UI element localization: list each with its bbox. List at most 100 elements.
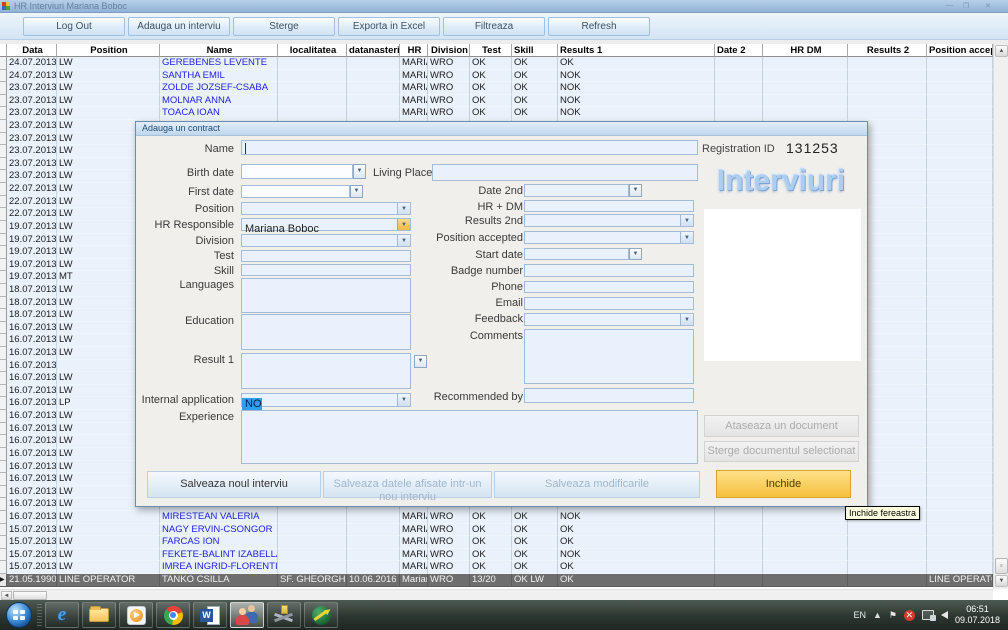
table-row[interactable]: 24.07.2013LWSANTHA EMILMARIANAWROOKOKNOK: [0, 70, 993, 83]
hr-app-icon[interactable]: [230, 602, 264, 628]
scroll-down-icon[interactable]: ▼: [995, 575, 1008, 587]
start-date-dropdown-icon[interactable]: ▼: [629, 248, 642, 260]
badge-number-input[interactable]: [524, 264, 694, 277]
row-selector[interactable]: [0, 448, 7, 461]
row-selector[interactable]: [0, 170, 7, 183]
date-2nd-dropdown-icon[interactable]: ▼: [629, 184, 642, 197]
result1-dropdown-icon[interactable]: ▼: [414, 355, 427, 368]
add-interview-button[interactable]: Adauga un interviu: [128, 17, 230, 36]
column-header-name[interactable]: Name: [160, 44, 278, 57]
row-selector[interactable]: [0, 435, 7, 448]
row-selector[interactable]: [0, 486, 7, 499]
column-header-position[interactable]: Position: [57, 44, 160, 57]
row-selector[interactable]: [0, 385, 7, 398]
row-selector[interactable]: [0, 120, 7, 133]
delete-button[interactable]: Sterge: [233, 17, 335, 36]
media-player-icon[interactable]: [119, 602, 153, 628]
restore-button[interactable]: ❐: [963, 2, 969, 10]
horizontal-scroll-thumb[interactable]: [13, 591, 47, 600]
row-selector[interactable]: [0, 70, 7, 83]
action-center-flag-icon[interactable]: ⚑: [889, 610, 897, 621]
table-row[interactable]: 15.07.2013LWFARCAS IONMARIANAWROOKOKOK: [0, 536, 993, 549]
clock[interactable]: 06:51 09.07.2018: [955, 604, 1000, 626]
refresh-button[interactable]: Refresh: [548, 17, 650, 36]
filter-button[interactable]: Filtreaza: [443, 17, 545, 36]
birth-date-dropdown-icon[interactable]: ▼: [353, 164, 366, 179]
column-header-localitatea[interactable]: localitatea: [278, 44, 347, 57]
export-excel-button[interactable]: Exporta in Excel: [338, 17, 440, 36]
result1-select[interactable]: [241, 353, 411, 389]
feedback-dropdown-icon[interactable]: ▼: [680, 314, 693, 325]
column-header-division[interactable]: Division: [428, 44, 470, 57]
position-accepted-dropdown-icon[interactable]: ▼: [680, 232, 693, 243]
column-header-results2[interactable]: Results 2: [848, 44, 927, 57]
row-selector[interactable]: [0, 473, 7, 486]
row-selector[interactable]: [0, 259, 7, 272]
row-selector[interactable]: [0, 284, 7, 297]
explorer-folder-icon[interactable]: [82, 602, 116, 628]
chrome-icon[interactable]: [156, 602, 190, 628]
error-badge-icon[interactable]: ✕: [904, 610, 915, 621]
paint-globe-icon[interactable]: [304, 602, 338, 628]
row-selector[interactable]: [0, 297, 7, 310]
internet-explorer-icon[interactable]: e: [45, 602, 79, 628]
results-2nd-dropdown-icon[interactable]: ▼: [680, 215, 693, 226]
vertical-scroll-thumb[interactable]: ≡: [995, 558, 1008, 574]
date-2nd-select[interactable]: [524, 184, 629, 197]
feedback-select[interactable]: ▼: [524, 313, 694, 326]
column-header-position_acceptedt[interactable]: Position acceptedt: [927, 44, 993, 57]
row-selector[interactable]: [0, 423, 7, 436]
save-new-interview-button[interactable]: Salveaza noul interviu: [147, 471, 321, 498]
results-2nd-select[interactable]: ▼: [524, 214, 694, 227]
table-row[interactable]: 15.07.2013LWNAGY ERVIN-CSONGORMARIANAWRO…: [0, 524, 993, 537]
first-date-select[interactable]: [241, 185, 350, 198]
start-date-select[interactable]: [524, 248, 629, 260]
phone-input[interactable]: [524, 281, 694, 293]
row-selector[interactable]: [0, 347, 7, 360]
selected-table-row[interactable]: ▶21.05.1990LINE OPERATORTANKO CSILLASF. …: [0, 574, 993, 587]
table-row[interactable]: 23.07.2013LWMOLNAR ANNAMARIANAWROOKOKNOK: [0, 95, 993, 108]
column-header-date[interactable]: Data: [7, 44, 57, 57]
experience-textarea[interactable]: [241, 410, 698, 464]
table-row[interactable]: 23.07.2013LWTOACA IOANMARIANAWROOKOKNOK: [0, 107, 993, 120]
birth-date-select[interactable]: [241, 164, 353, 179]
show-hidden-icons[interactable]: ▲: [873, 610, 882, 620]
row-selector[interactable]: [0, 234, 7, 247]
column-header-datanasterii[interactable]: datanasterii: [347, 44, 400, 57]
row-selector[interactable]: [0, 196, 7, 209]
scroll-up-icon[interactable]: ▲: [995, 45, 1008, 57]
row-selector[interactable]: [0, 536, 7, 549]
row-selector[interactable]: [0, 511, 7, 524]
column-header-test[interactable]: Test: [470, 44, 512, 57]
tools-icon[interactable]: [267, 602, 301, 628]
row-selector[interactable]: [0, 334, 7, 347]
row-selector[interactable]: [0, 95, 7, 108]
row-selector[interactable]: [0, 271, 7, 284]
row-selector[interactable]: [0, 221, 7, 234]
recommended-by-input[interactable]: [524, 388, 694, 403]
table-row[interactable]: 15.07.2013LWIMREA INGRID-FLORENTINAMARIA…: [0, 561, 993, 574]
scroll-left-icon[interactable]: ◄: [1, 591, 12, 600]
close-window-button[interactable]: ✕: [985, 2, 991, 10]
row-selector[interactable]: [0, 498, 7, 511]
row-selector[interactable]: [0, 561, 7, 574]
row-selector[interactable]: [0, 183, 7, 196]
first-date-dropdown-icon[interactable]: ▼: [350, 185, 363, 198]
row-selector[interactable]: [0, 107, 7, 120]
position-accepted-select[interactable]: ▼: [524, 231, 694, 244]
row-selector[interactable]: [0, 57, 7, 70]
row-selector[interactable]: [0, 372, 7, 385]
row-selector[interactable]: [0, 82, 7, 95]
row-selector[interactable]: [0, 549, 7, 562]
column-header-hr[interactable]: HR: [400, 44, 428, 57]
column-header-results1[interactable]: Results 1: [558, 44, 715, 57]
word-icon[interactable]: W: [193, 602, 227, 628]
volume-icon[interactable]: [941, 611, 948, 619]
table-row[interactable]: 15.07.2013LWFEKETE-BALINT IZABELLA-ETEIM…: [0, 549, 993, 562]
vertical-scrollbar[interactable]: ▲ ≡ ▼: [993, 44, 1008, 589]
language-indicator[interactable]: EN: [853, 610, 866, 620]
network-icon[interactable]: [922, 610, 934, 620]
row-selector[interactable]: [0, 322, 7, 335]
living-place-input[interactable]: [432, 164, 698, 181]
comments-textarea[interactable]: [524, 329, 694, 384]
